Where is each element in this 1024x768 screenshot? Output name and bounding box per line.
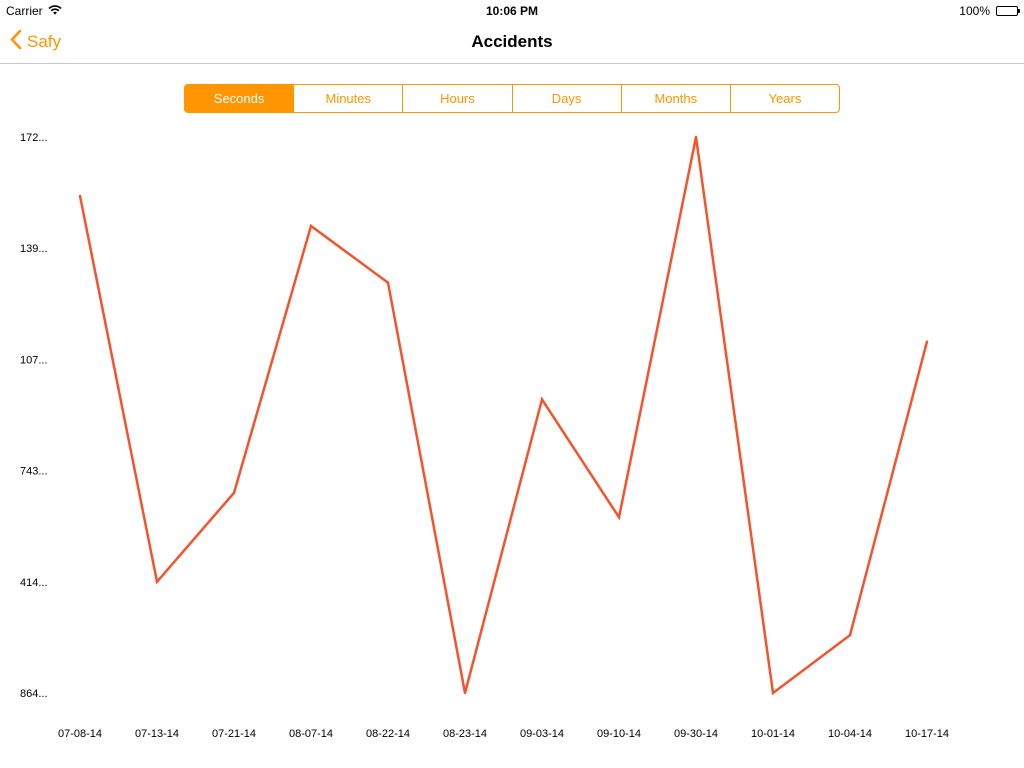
data-point <box>694 135 698 139</box>
data-point <box>540 398 544 401</box>
data-point <box>925 340 929 343</box>
segment-days[interactable]: Days <box>511 85 621 112</box>
y-tick-label: 107... <box>20 354 48 366</box>
y-tick-label: 139... <box>20 243 48 255</box>
x-tick-label: 07-08-14 <box>58 728 102 740</box>
x-tick-label: 10-17-14 <box>905 728 949 740</box>
navigation-bar: Safy Accidents <box>0 20 1024 64</box>
y-tick-label: 743... <box>20 466 48 478</box>
data-point <box>78 194 82 198</box>
segment-hours[interactable]: Hours <box>402 85 511 112</box>
segment-minutes[interactable]: Minutes <box>293 85 402 112</box>
segment-months[interactable]: Months <box>620 85 730 112</box>
data-point <box>309 224 313 228</box>
series-line <box>78 136 929 696</box>
battery-icon <box>996 6 1020 16</box>
x-tick-label: 09-03-14 <box>520 728 564 740</box>
x-tick-label: 10-01-14 <box>751 728 795 740</box>
battery-percent: 100% <box>959 4 990 18</box>
y-tick-label: 864... <box>20 688 48 700</box>
segment-seconds[interactable]: Seconds <box>185 85 294 112</box>
x-tick-label: 07-13-14 <box>135 728 179 740</box>
x-tick-label: 10-04-14 <box>828 728 872 740</box>
status-time: 10:06 PM <box>485 4 539 18</box>
x-tick-label: 09-30-14 <box>674 728 718 740</box>
x-tick-label: 08-22-14 <box>366 728 410 740</box>
x-tick-label: 09-10-14 <box>597 728 641 740</box>
data-point <box>232 491 236 495</box>
x-tick-label: 07-21-14 <box>212 728 256 740</box>
data-point <box>386 281 390 284</box>
y-tick-label: 414... <box>20 577 48 589</box>
time-unit-segmented-control: Seconds Minutes Hours Days Months Years <box>184 84 840 113</box>
data-point <box>155 580 159 583</box>
segment-years[interactable]: Years <box>729 85 839 112</box>
accidents-line-chart: 172... 139... 107... 743... 414... 864... 07-0… <box>20 132 949 740</box>
x-tick-label: 08-23-14 <box>443 728 487 740</box>
data-point <box>848 633 852 637</box>
data-point <box>463 691 467 695</box>
page-title: Accidents <box>471 32 553 51</box>
data-point <box>771 691 775 695</box>
status-bar: Carrier 10:06 PM 100% <box>0 0 1024 20</box>
status-right: 100% <box>959 4 1020 18</box>
y-tick-label: 172... <box>20 132 48 144</box>
x-tick-label: 08-07-14 <box>289 728 333 740</box>
data-point <box>617 516 621 519</box>
